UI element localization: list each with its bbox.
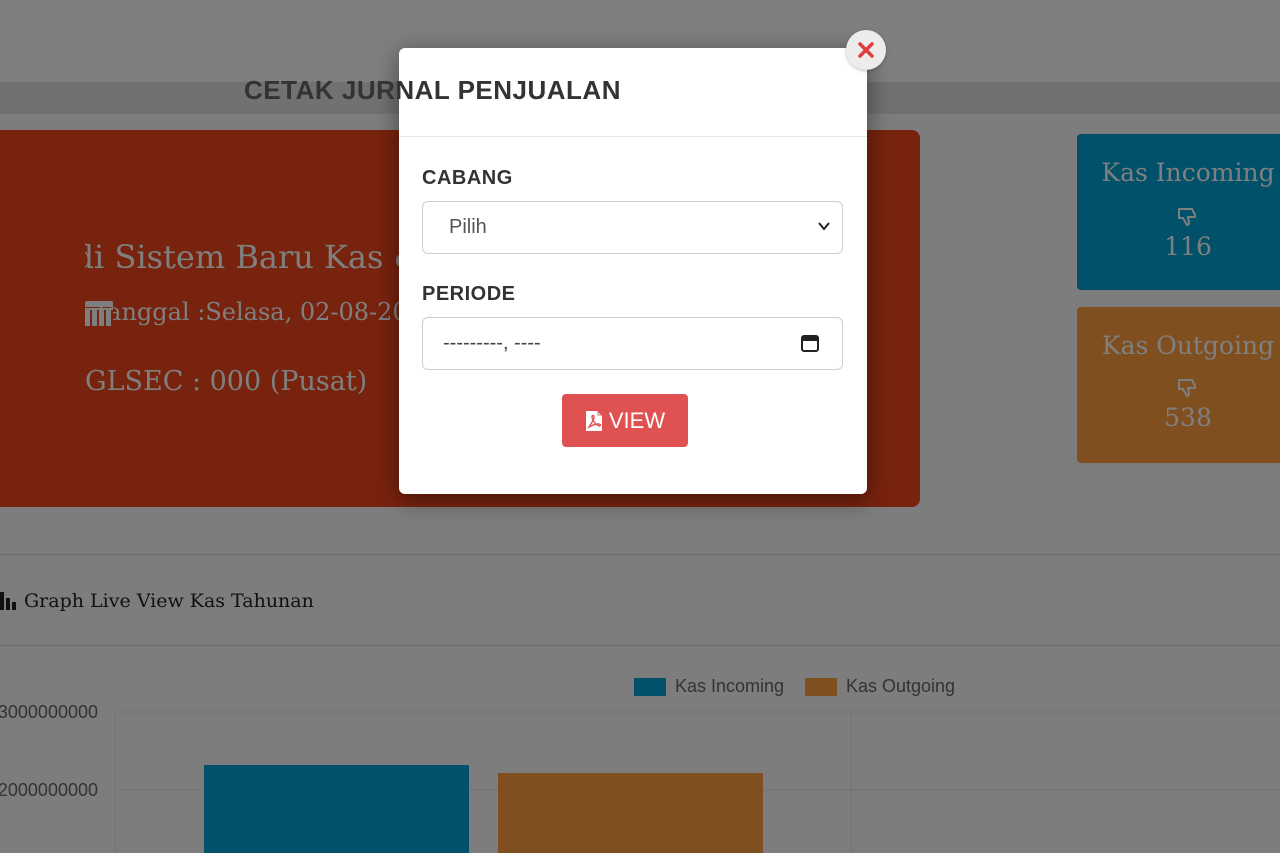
- chevron-down-icon: [818, 222, 830, 231]
- cabang-select[interactable]: Pilih: [422, 201, 843, 254]
- pdf-file-icon: [585, 410, 602, 431]
- view-button[interactable]: VIEW: [562, 394, 688, 447]
- view-button-label: VIEW: [608, 407, 666, 433]
- close-icon: [858, 42, 874, 58]
- periode-month-input[interactable]: ---------, ----: [422, 317, 843, 370]
- periode-label: PERIODE: [422, 283, 516, 305]
- modal-divider: [399, 136, 867, 137]
- close-modal-button[interactable]: [846, 30, 886, 70]
- cabang-selected-value: Pilih: [449, 216, 487, 238]
- periode-value: ---------, ----: [443, 332, 541, 354]
- modal-title: CETAK JURNAL PENJUALAN: [244, 75, 621, 105]
- cabang-label: CABANG: [422, 167, 513, 189]
- calendar-icon[interactable]: [800, 333, 820, 353]
